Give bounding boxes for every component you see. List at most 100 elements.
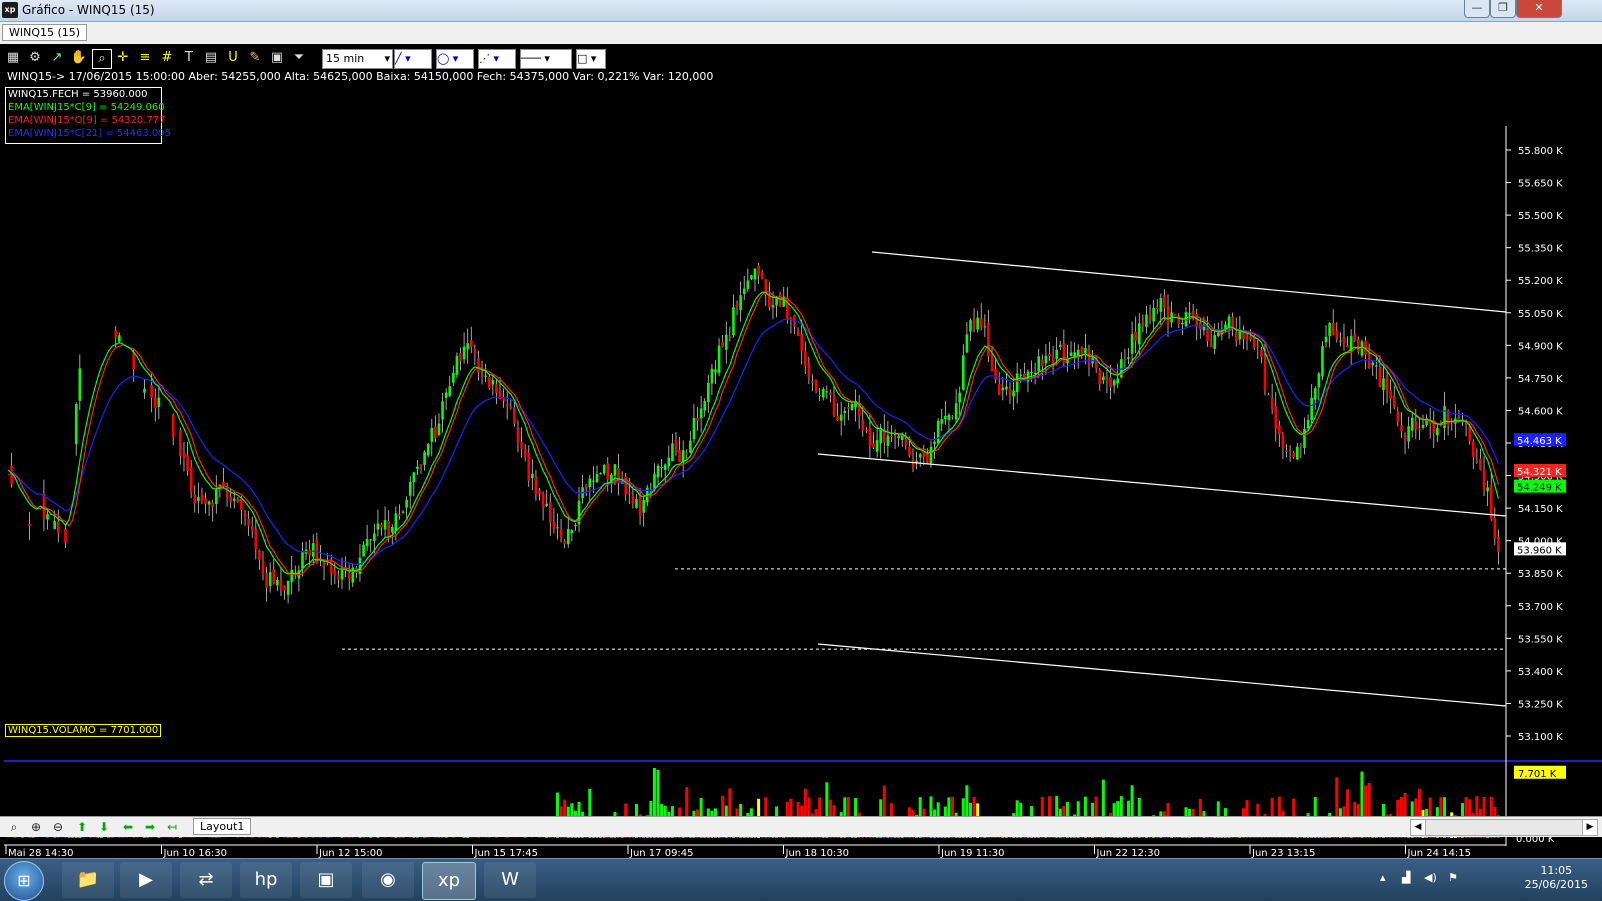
tab-winq15[interactable]: WINQ15 (15): [2, 24, 87, 41]
candle-body: [1059, 345, 1062, 347]
crosshair-icon[interactable]: ✛: [114, 49, 132, 67]
brush-icon[interactable]: ✎: [246, 49, 264, 67]
candle-body: [1400, 425, 1403, 431]
y-tick-label: 53.850 K: [1518, 569, 1563, 580]
candle-body: [46, 514, 49, 519]
zoom-tool-icon[interactable]: ⌕: [92, 49, 112, 69]
settings-icon[interactable]: ⚙: [26, 49, 44, 67]
candle-body: [693, 418, 696, 439]
horizontal-scrollbar[interactable]: ◀ ▶: [1410, 819, 1598, 836]
candle-body: [402, 512, 405, 513]
candle-body: [937, 421, 940, 443]
scroll-right-icon[interactable]: ▶: [1582, 820, 1597, 835]
candle-body: [1483, 469, 1486, 490]
volume-icon[interactable]: ◀): [1424, 871, 1437, 884]
cursor-icon[interactable]: ↗: [48, 49, 66, 67]
chrome-icon[interactable]: ◉: [362, 862, 414, 898]
ellipse-tool-select[interactable]: ◯ ▾: [436, 49, 474, 69]
explorer-icon[interactable]: 📁: [62, 862, 114, 898]
word-icon[interactable]: W: [484, 862, 536, 898]
y-tick-label: 55.350 K: [1518, 244, 1563, 255]
candle-body: [955, 403, 958, 419]
candle-body: [958, 393, 961, 403]
return-icon[interactable]: ↤: [164, 819, 180, 835]
candle-body: [255, 529, 258, 549]
xp-platform-icon[interactable]: xp: [422, 862, 476, 900]
volume-bar: [125, 837, 128, 838]
volume-bar: [121, 837, 124, 838]
candle-body: [240, 499, 243, 510]
hand-icon[interactable]: ✋: [70, 49, 88, 67]
candle-body: [743, 289, 746, 294]
volume-bar: [251, 837, 254, 838]
timeframe-select[interactable]: 15 min▾: [322, 49, 393, 69]
candle-body: [1486, 487, 1489, 491]
candle-body: [1009, 389, 1012, 395]
candle-body: [1102, 376, 1105, 380]
filter-icon[interactable]: ⏷: [290, 49, 308, 67]
arrow-up-icon[interactable]: ⬆: [74, 819, 90, 835]
line-style-select[interactable]: ─── ▾: [520, 49, 572, 69]
candle-body: [887, 436, 890, 446]
hline-icon[interactable]: ≡: [136, 49, 154, 67]
candle-body: [143, 389, 146, 393]
u-icon[interactable]: U: [224, 49, 242, 67]
candle-body: [703, 401, 706, 410]
media-player-icon[interactable]: ▶: [120, 862, 172, 898]
zoom-icon[interactable]: ⌕: [6, 819, 22, 835]
line-tool-select[interactable]: ╱ ▾: [394, 49, 432, 69]
price-chart[interactable]: 55.800 K55.650 K55.500 K55.350 K55.200 K…: [0, 86, 1602, 858]
volume-bar: [100, 837, 103, 838]
volume-bar: [466, 837, 469, 838]
layout-tab[interactable]: Layout1: [193, 818, 251, 835]
arrow-left-icon[interactable]: ⬅: [120, 819, 136, 835]
candle-body: [1098, 369, 1101, 384]
start-button[interactable]: ⊞: [4, 861, 44, 901]
candle-body: [1472, 441, 1475, 456]
hp-icon[interactable]: hp: [240, 862, 292, 898]
candle-body: [732, 307, 735, 335]
volume-bar: [506, 837, 509, 838]
network-app-icon[interactable]: ⇄: [180, 862, 232, 898]
candle-body: [229, 497, 232, 503]
arrow-down-icon[interactable]: ⬇: [96, 819, 112, 835]
volume-bar: [96, 837, 99, 838]
candle-body: [905, 439, 908, 445]
volume-bar: [272, 837, 275, 838]
calculator-icon[interactable]: ▤: [202, 49, 220, 67]
text-icon[interactable]: T: [180, 49, 198, 67]
arrow-right-icon[interactable]: ➡: [142, 819, 158, 835]
save-icon[interactable]: ▣: [268, 49, 286, 67]
document-tab-strip: WINQ15 (15): [0, 22, 1602, 45]
zoom-in-icon[interactable]: ⊕: [28, 819, 44, 835]
minimize-button[interactable]: —: [1464, 0, 1490, 18]
candle-body: [481, 374, 484, 377]
candle-body: [488, 377, 491, 388]
zoom-out-icon[interactable]: ⊖: [50, 819, 66, 835]
action-center-icon[interactable]: ⚑: [1448, 871, 1458, 884]
candle-body: [1278, 425, 1281, 434]
scroll-left-icon[interactable]: ◀: [1411, 820, 1426, 835]
tray-expand-icon[interactable]: ▴: [1380, 871, 1386, 884]
color-select[interactable]: □ ▾: [576, 49, 606, 69]
candle-body: [64, 529, 67, 543]
candle-body: [1282, 434, 1285, 447]
candle-body: [520, 442, 523, 449]
fan-tool-select[interactable]: ⋰ ▾: [478, 49, 516, 69]
candle-body: [635, 499, 638, 508]
y-tick-label: 53.100 K: [1518, 732, 1563, 743]
chart-type-icon[interactable]: ▦: [4, 49, 22, 67]
maximize-button[interactable]: ❐: [1490, 0, 1516, 18]
candle-body: [707, 383, 710, 402]
grid-icon[interactable]: #: [158, 49, 176, 67]
candle-body: [976, 318, 979, 330]
candle-body: [1300, 445, 1303, 446]
candle-body: [283, 586, 286, 591]
candle-body: [1055, 350, 1058, 359]
network-icon[interactable]: ▟: [1402, 871, 1410, 884]
clock[interactable]: 11:05 25/06/2015: [1525, 864, 1588, 892]
close-button[interactable]: ✕: [1516, 0, 1562, 18]
candle-body: [272, 569, 275, 583]
volume-bar: [463, 837, 466, 838]
app-icon[interactable]: ▣: [300, 862, 352, 898]
